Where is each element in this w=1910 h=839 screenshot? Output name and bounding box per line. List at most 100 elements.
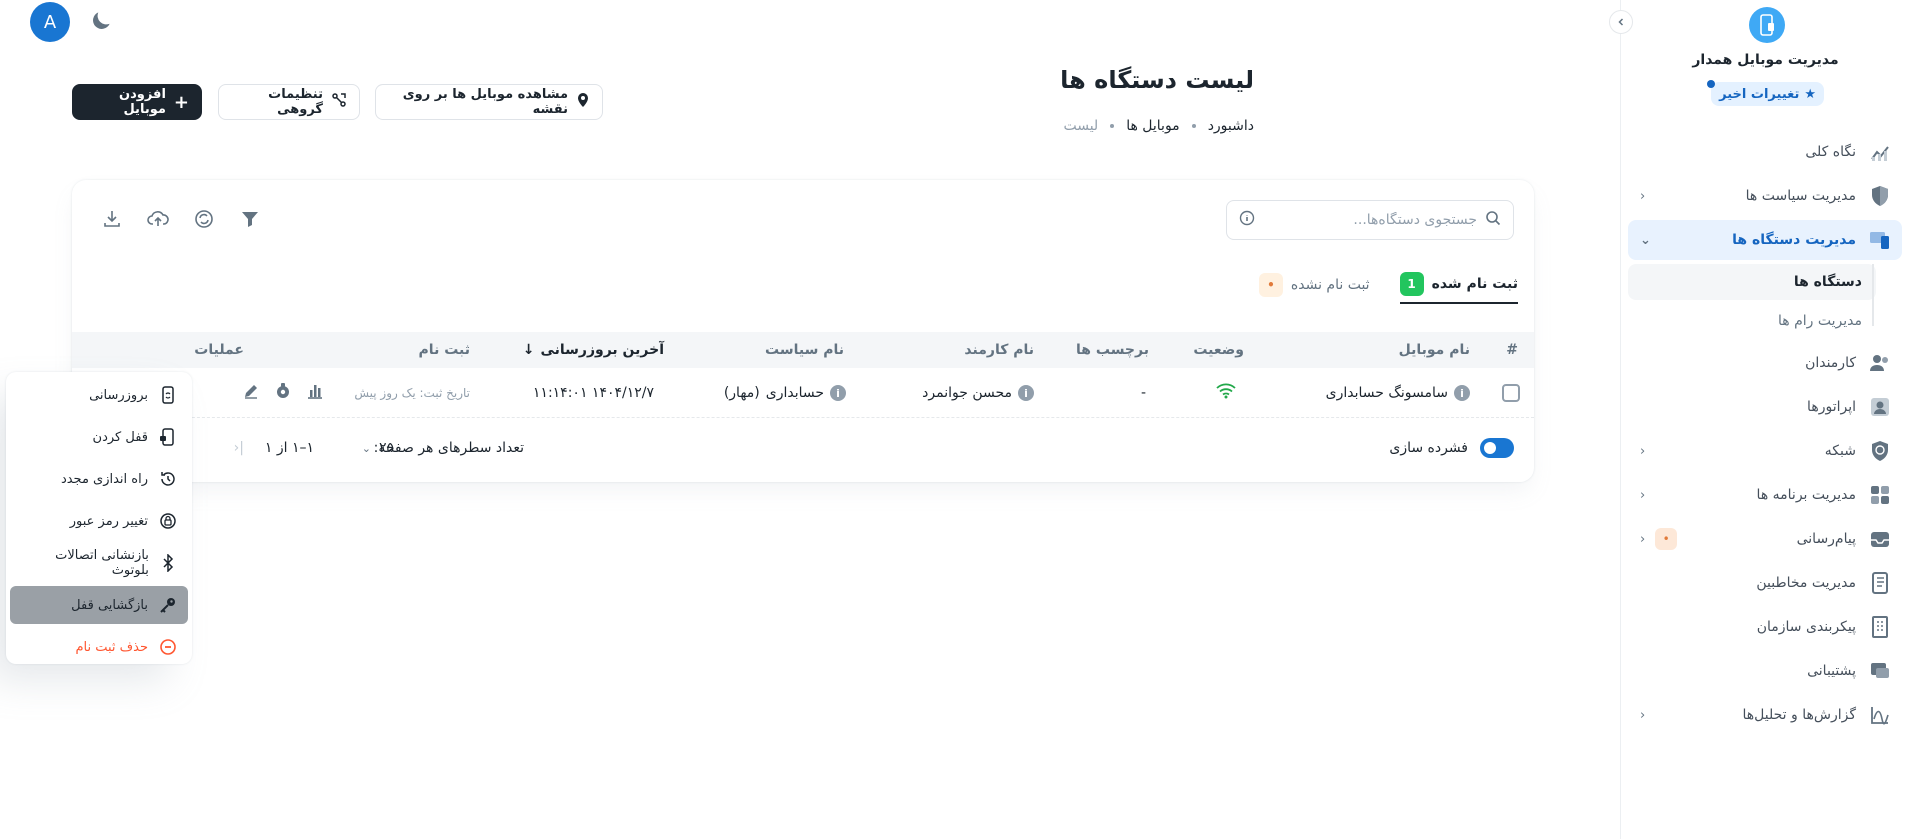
sidebar-subitem-devices[interactable]: دستگاه ها: [1628, 264, 1876, 300]
menu-item-label: بازگشایی قفل: [71, 597, 148, 613]
recent-changes-button[interactable]: ★ تغییرات اخیر: [1707, 80, 1824, 106]
sidebar-item-organization[interactable]: پیکربندی سازمان: [1628, 607, 1902, 647]
sidebar-item-network[interactable]: شبکه ‹: [1628, 431, 1902, 471]
sidebar-item-messaging[interactable]: پیام‌رسانی • ‹: [1628, 519, 1902, 559]
menu-item-label: بازنشانی اتصالات بلوتوث: [55, 548, 149, 578]
gear-lock-icon[interactable]: [274, 382, 292, 404]
employee-cell: i محسن جوانمرد: [922, 368, 1034, 418]
refresh-phone-icon: [158, 385, 178, 405]
group-settings-button[interactable]: تنظیمات گروهی: [218, 84, 360, 120]
edit-icon[interactable]: [242, 382, 260, 404]
sidebar-item-policies[interactable]: مدیریت سیاست ها ‹: [1628, 176, 1902, 216]
col-actions: عملیات: [194, 342, 244, 358]
tab-count: •: [1258, 273, 1283, 297]
breadcrumb-separator: [1110, 124, 1115, 128]
info-icon[interactable]: i: [1454, 385, 1470, 401]
sidebar-subitem-roms[interactable]: مدیریت رام ها: [1628, 303, 1876, 339]
breadcrumb-mobiles[interactable]: موبایل ها: [1126, 118, 1180, 134]
col-status[interactable]: وضعیت: [1193, 332, 1244, 368]
view-on-map-button[interactable]: مشاهده موبایل ها بر روی نقشه: [375, 84, 603, 120]
actions-menu: بروزرسانی قفل کردن راه اندازی مجدد تغییر…: [6, 372, 192, 664]
devices-card: ثبت نام شده 1 ثبت نام نشده • # نام موبای…: [72, 180, 1534, 482]
policy-name: حسابداری: [765, 385, 824, 401]
sidebar-item-devices[interactable]: مدیریت دستگاه ها ⌄: [1628, 220, 1902, 260]
inbox-icon: [1868, 527, 1892, 551]
sidebar-item-support[interactable]: پشتیبانی: [1628, 651, 1902, 691]
col-policy[interactable]: نام سیاست: [765, 332, 844, 368]
sidebar-item-contacts[interactable]: مدیریت مخاطبین: [1628, 563, 1902, 603]
sync-icon[interactable]: [192, 207, 216, 231]
shield-icon: [1868, 184, 1892, 208]
row-checkbox[interactable]: [1502, 384, 1520, 402]
stats-icon[interactable]: [306, 382, 324, 404]
col-employee[interactable]: نام کارمند: [964, 332, 1034, 368]
moon-icon[interactable]: [88, 8, 114, 34]
bluetooth-icon: [159, 553, 178, 573]
breadcrumb: داشبورد موبایل ها لیست: [1063, 118, 1254, 134]
device-name[interactable]: سامسونگ حسابداری: [1326, 385, 1448, 401]
col-index: #: [1506, 342, 1518, 358]
password-icon: [158, 511, 178, 531]
sidebar-item-apps[interactable]: مدیریت برنامه ها ‹: [1628, 475, 1902, 515]
first-page-icon[interactable]: |‹: [234, 440, 244, 456]
apps-icon: [1868, 483, 1892, 507]
policy-cell: i حسابداری (مهار): [724, 368, 846, 418]
tab-label: ثبت نام شده: [1431, 276, 1518, 292]
rows-per-page-value: ۲۵: [378, 440, 394, 456]
col-tags[interactable]: برچسب ها: [1076, 332, 1149, 368]
menu-item-label: بروزرسانی: [89, 387, 148, 403]
collapse-sidebar-button[interactable]: [1609, 10, 1633, 34]
dense-toggle[interactable]: [1480, 438, 1514, 458]
info-circle-icon[interactable]: [1239, 210, 1255, 230]
add-mobile-label: افزودن موبایل: [119, 87, 166, 117]
user-avatar[interactable]: A: [30, 2, 70, 42]
chevron-down-icon: ⌄: [361, 441, 371, 455]
table-row[interactable]: i سامسونگ حسابداری - i محسن جوانمرد i حس…: [72, 368, 1534, 418]
sidebar-item-operators[interactable]: اپراتورها: [1628, 387, 1902, 427]
menu-item-restart[interactable]: راه اندازی مجدد: [10, 460, 188, 498]
rows-per-page-select[interactable]: ۲۵ ⌄: [362, 440, 394, 456]
notification-dot: [1707, 80, 1716, 88]
breadcrumb-dashboard[interactable]: داشبورد: [1208, 118, 1254, 134]
chart-icon: [1868, 140, 1892, 164]
sidebar-item-reports[interactable]: گزارش‌ها و تحلیل‌ها ‹: [1628, 695, 1902, 735]
upload-cloud-icon[interactable]: [146, 207, 170, 231]
download-icon[interactable]: [100, 207, 124, 231]
col-registered[interactable]: ثبت نام: [419, 332, 470, 368]
chevron-left-icon: ‹: [1640, 443, 1646, 459]
page-title: لیست دستگاه ها: [1060, 66, 1254, 94]
sidebar-item-label: نگاه کلی: [1805, 144, 1856, 160]
col-device-name[interactable]: نام موبایل: [1399, 332, 1470, 368]
sidebar-item-label: شبکه: [1824, 443, 1856, 459]
col-last-update[interactable]: آخرین بروزرسانی ↓: [523, 332, 664, 368]
registered-cell: تاریخ ثبت: یک روز پیش: [354, 386, 470, 400]
chevron-left-icon: ‹: [1640, 531, 1646, 547]
messaging-badge: •: [1655, 528, 1678, 550]
sidebar-item-label: مدیریت دستگاه ها: [1732, 232, 1856, 248]
user-card-icon: [1868, 395, 1892, 419]
tab-unregistered[interactable]: ثبت نام نشده •: [1258, 266, 1370, 304]
info-icon[interactable]: i: [830, 385, 846, 401]
sidebar-item-overview[interactable]: نگاه کلی: [1628, 132, 1902, 172]
analytics-icon: [1868, 703, 1892, 727]
chat-icon: [1868, 659, 1892, 683]
info-icon[interactable]: i: [1018, 385, 1034, 401]
search-input[interactable]: [1263, 212, 1477, 228]
plus-icon: +: [173, 91, 189, 113]
tab-registered[interactable]: ثبت نام شده 1: [1399, 266, 1518, 304]
menu-item-reset-bluetooth[interactable]: بازنشانی اتصالات بلوتوث: [10, 544, 188, 582]
menu-item-change-password[interactable]: تغییر رمز عبور: [10, 502, 188, 540]
actions-cell: [242, 368, 324, 418]
tags-cell: -: [1140, 385, 1146, 401]
sidebar-item-label: کارمندان: [1805, 355, 1856, 371]
menu-item-refresh[interactable]: بروزرسانی: [10, 376, 188, 414]
add-mobile-button[interactable]: + افزودن موبایل: [72, 84, 202, 120]
filter-icon[interactable]: [238, 207, 262, 231]
menu-item-unenroll[interactable]: حذف ثبت نام: [10, 628, 188, 666]
rows-per-page-label: تعداد سطرهای هر صفحه:: [373, 440, 524, 456]
menu-item-lock[interactable]: قفل کردن: [10, 418, 188, 456]
menu-item-unlock[interactable]: بازگشایی قفل: [10, 586, 188, 624]
recent-changes-label: تغییرات اخیر: [1719, 86, 1800, 102]
sidebar-item-employees[interactable]: کارمندان: [1628, 343, 1902, 383]
menu-item-label: راه اندازی مجدد: [60, 471, 148, 487]
